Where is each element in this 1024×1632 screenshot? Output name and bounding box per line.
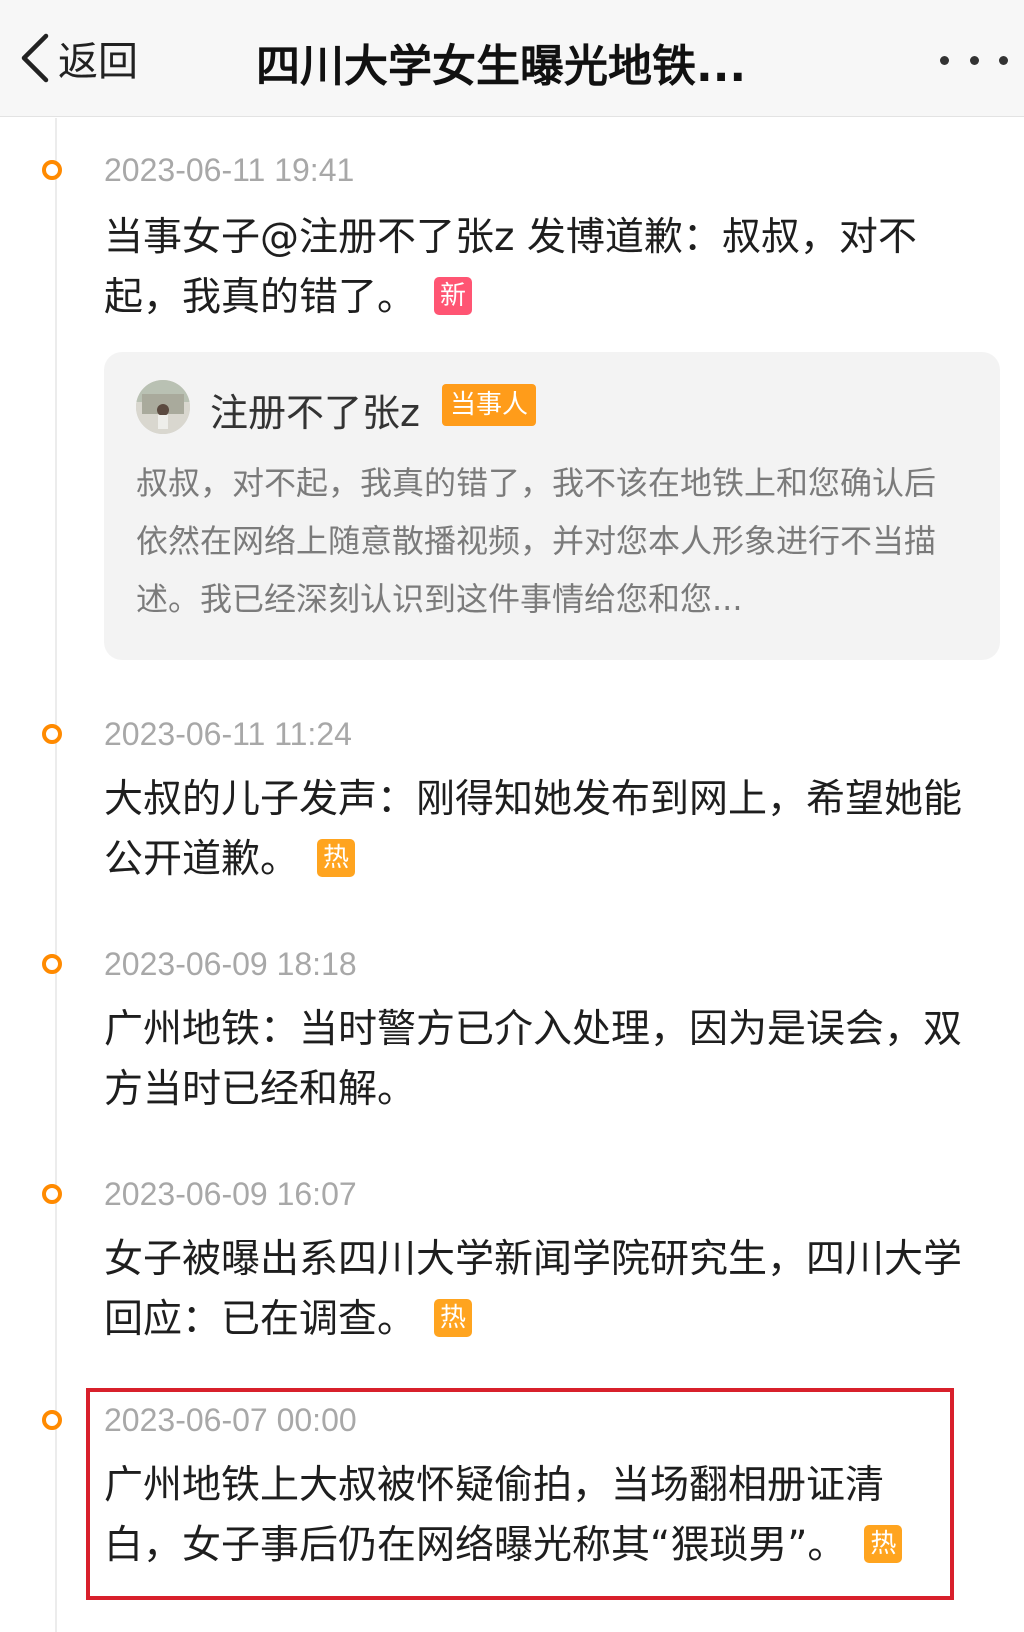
more-dot bbox=[999, 55, 1008, 65]
avatar[interactable] bbox=[136, 380, 190, 434]
nav-header: 返回 四川大学女生曝光地铁... bbox=[0, 0, 1024, 117]
timeline-text[interactable]: 大叔的儿子发声：刚得知她发布到网上，希望她能公开道歉。热 bbox=[104, 770, 974, 890]
timeline-time: 2023-06-09 16:07 bbox=[104, 1176, 357, 1212]
quote-text: 叔叔，对不起，我真的错了，我不该在地铁上和您确认后依然在网络上随意散播视频，并对… bbox=[136, 464, 937, 618]
timeline-dot-icon bbox=[42, 1410, 62, 1430]
timeline-time: 2023-06-09 18:18 bbox=[104, 946, 357, 982]
role-tag: 当事人 bbox=[442, 384, 537, 426]
timeline-dot-icon bbox=[42, 724, 62, 744]
badge-hot: 热 bbox=[317, 838, 356, 877]
timeline-text-content: 广州地铁：当时警方已介入处理，因为是误会，双方当时已经和解。 bbox=[104, 1007, 963, 1112]
timeline-dot-icon bbox=[42, 160, 62, 180]
timeline-dot-icon bbox=[42, 954, 62, 974]
quote-card[interactable]: 注册不了张z 当事人 叔叔，对不起，我真的错了，我不该在地铁上和您确认后依然在网… bbox=[104, 352, 1000, 660]
timeline-text-content: 当事女子@注册不了张z 发博道歉：叔叔，对不起，我真的错了。 bbox=[104, 215, 917, 320]
timeline-time: 2023-06-11 19:41 bbox=[104, 152, 355, 188]
timeline-text-content: 女子被曝出系四川大学新闻学院研究生，四川大学回应：已在调查。 bbox=[104, 1237, 963, 1342]
timeline-text[interactable]: 女子被曝出系四川大学新闻学院研究生，四川大学回应：已在调查。热 bbox=[104, 1230, 974, 1350]
timeline-text[interactable]: 当事女子@注册不了张z 发博道歉：叔叔，对不起，我真的错了。新 bbox=[104, 208, 974, 328]
more-dot bbox=[969, 55, 979, 65]
more-dot bbox=[940, 55, 949, 65]
quote-username[interactable]: 注册不了张z bbox=[210, 382, 420, 437]
page-title: 四川大学女生曝光地铁... bbox=[256, 41, 747, 92]
badge-hot: 热 bbox=[434, 1298, 473, 1337]
chevron-left-icon bbox=[21, 33, 49, 83]
timeline-line bbox=[55, 118, 57, 1632]
timeline-text-content: 广州地铁上大叔被怀疑偷拍，当场翻相册证清白，女子事后仍在网络曝光称其“猥琐男”。 bbox=[104, 1463, 885, 1568]
badge-hot: 热 bbox=[864, 1524, 903, 1563]
timeline-time: 2023-06-07 00:00 bbox=[104, 1402, 357, 1438]
badge-new: 新 bbox=[434, 276, 473, 315]
back-label: 返回 bbox=[58, 39, 138, 85]
back-button[interactable]: 返回 bbox=[18, 26, 138, 90]
timeline-text[interactable]: 广州地铁上大叔被怀疑偷拍，当场翻相册证清白，女子事后仍在网络曝光称其“猥琐男”。… bbox=[104, 1456, 924, 1576]
timeline-text-content: 大叔的儿子发声：刚得知她发布到网上，希望她能公开道歉。 bbox=[104, 777, 963, 882]
timeline-dot-icon bbox=[42, 1184, 62, 1204]
timeline-text[interactable]: 广州地铁：当时警方已介入处理，因为是误会，双方当时已经和解。 bbox=[104, 1000, 974, 1120]
more-dots-icon[interactable] bbox=[940, 40, 1008, 80]
timeline-time: 2023-06-11 11:24 bbox=[104, 716, 352, 752]
